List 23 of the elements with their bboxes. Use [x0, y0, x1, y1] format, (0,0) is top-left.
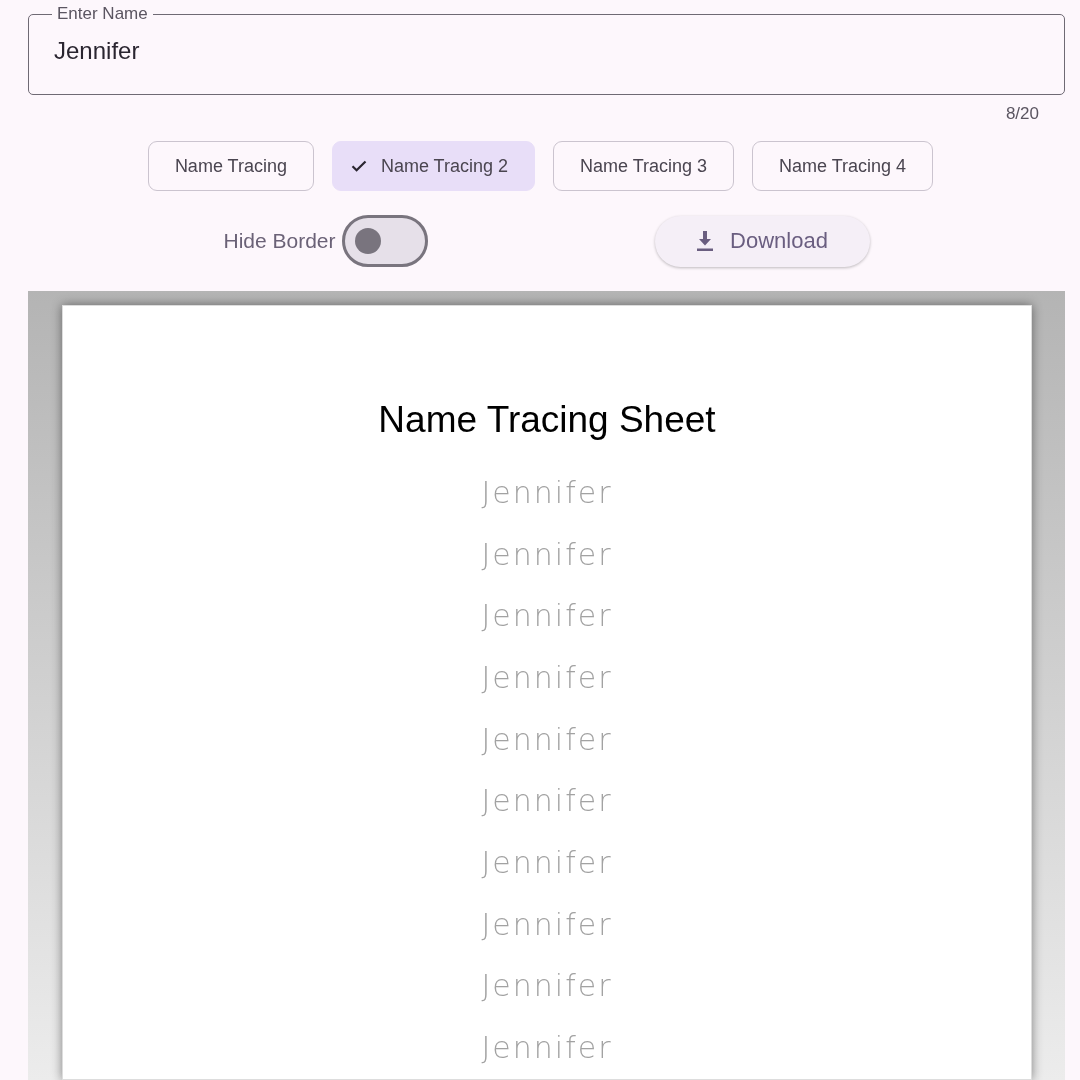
style-chip[interactable]: Name Tracing 4 [752, 141, 934, 191]
sheet-title: Name Tracing Sheet [378, 398, 716, 442]
tracing-name: Jennifer [481, 721, 613, 758]
tracing-name: Jennifer [481, 1030, 613, 1067]
tracing-name: Jennifer [481, 474, 613, 511]
style-chip[interactable]: Name Tracing 3 [553, 141, 735, 191]
tracing-name: Jennifer [481, 536, 613, 573]
style-chip[interactable]: Name Tracing [147, 141, 314, 191]
field-label: Enter Name [56, 4, 149, 24]
tracing-name: Jennifer [481, 783, 613, 820]
toggle-label: Hide Border [223, 229, 336, 253]
check-icon [350, 160, 367, 172]
tracing-name: Jennifer [481, 598, 613, 635]
tracing-name: Jennifer [481, 906, 613, 943]
tracing-name: Jennifer [481, 968, 613, 1005]
download-icon [696, 231, 715, 251]
tracing-name: Jennifer [481, 845, 613, 882]
hide-border-switch[interactable] [341, 215, 428, 267]
download-button[interactable]: Download [654, 215, 870, 267]
style-chip[interactable]: Name Tracing 2 [331, 141, 535, 191]
tracing-name: Jennifer [481, 659, 613, 696]
name-field[interactable]: Enter Name Jennifer [28, 4, 1065, 95]
character-counter: 8/20 [1005, 103, 1039, 125]
